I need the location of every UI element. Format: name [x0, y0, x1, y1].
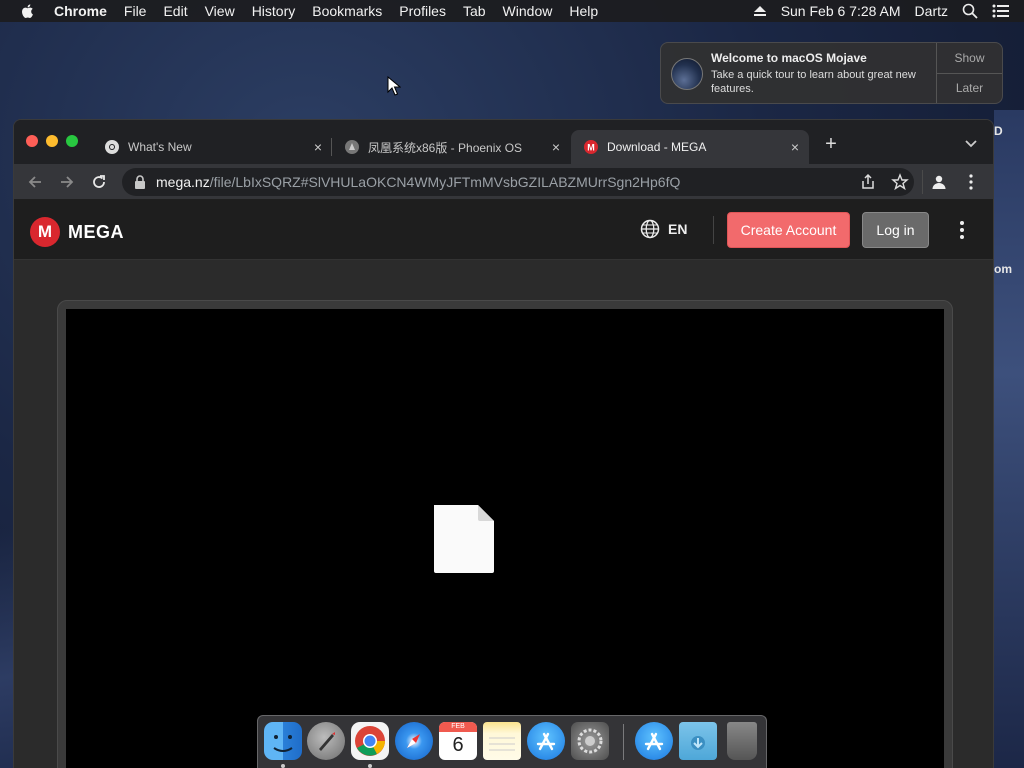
tab-download-mega[interactable]: M Download - MEGA ×: [571, 130, 809, 164]
menu-bar: Chrome File Edit View History Bookmarks …: [0, 0, 1024, 22]
browser-window: What's New × 凤凰系统x86版 - Phoenix OS × M D…: [13, 119, 994, 768]
eject-icon[interactable]: [753, 5, 767, 17]
file-icon: [434, 505, 494, 573]
apple-icon[interactable]: [20, 3, 36, 19]
dock-divider: [623, 724, 624, 760]
profile-icon[interactable]: [930, 173, 948, 191]
tab-title: What's New: [128, 140, 192, 154]
back-arrow-icon[interactable]: [26, 173, 44, 191]
notification-show-button[interactable]: Show: [937, 43, 1002, 73]
file-preview: [66, 309, 944, 768]
language-label: EN: [668, 221, 688, 237]
trash-icon[interactable]: [727, 722, 757, 760]
more-options-icon[interactable]: [953, 220, 971, 240]
finder-icon[interactable]: [264, 722, 302, 760]
notification-later-button[interactable]: Later: [937, 72, 1002, 104]
tab-phoenix-os[interactable]: 凤凰系统x86版 - Phoenix OS ×: [332, 130, 570, 164]
create-account-button[interactable]: Create Account: [727, 212, 850, 248]
mouse-cursor-icon: [387, 76, 401, 96]
desktop-edge-text: om: [994, 262, 1012, 276]
menu-clock[interactable]: Sun Feb 6 7:28 AM: [781, 3, 901, 19]
system-preferences-icon[interactable]: [571, 722, 609, 760]
tab-title: Download - MEGA: [607, 140, 707, 154]
menu-profiles[interactable]: Profiles: [399, 3, 446, 19]
menu-file[interactable]: File: [124, 3, 147, 19]
running-indicator: [368, 764, 372, 768]
launchpad-icon[interactable]: [307, 722, 345, 760]
downloads-folder-icon[interactable]: [679, 722, 717, 760]
menu-help[interactable]: Help: [569, 3, 598, 19]
minimize-window-button[interactable]: [46, 135, 58, 147]
spotlight-search-icon[interactable]: [962, 3, 978, 19]
close-window-button[interactable]: [26, 135, 38, 147]
close-tab-icon[interactable]: ×: [548, 139, 564, 155]
forward-arrow-icon[interactable]: [58, 173, 76, 191]
header-divider: [713, 216, 714, 244]
calendar-month: FEB: [439, 722, 477, 732]
desktop-wallpaper-edge: [994, 110, 1024, 768]
mega-logo-text: MEGA: [68, 221, 124, 242]
mega-logo-circle: M: [30, 217, 60, 247]
login-button[interactable]: Log in: [862, 212, 929, 248]
toolbar-divider: [922, 170, 923, 194]
notification-center-icon[interactable]: [992, 4, 1010, 18]
new-tab-icon[interactable]: +: [822, 134, 840, 154]
language-selector[interactable]: EN: [640, 219, 687, 239]
tab-strip: What's New × 凤凰系统x86版 - Phoenix OS × M D…: [14, 120, 993, 164]
zoom-window-button[interactable]: [66, 135, 78, 147]
safari-icon[interactable]: [395, 722, 433, 760]
close-tab-icon[interactable]: ×: [310, 139, 326, 155]
menu-edit[interactable]: Edit: [163, 3, 187, 19]
svg-text:M: M: [587, 143, 595, 153]
browser-menu-icon[interactable]: [962, 173, 980, 191]
phoenix-os-icon: [345, 140, 359, 154]
app-store-download-icon[interactable]: [635, 722, 673, 760]
mega-logo[interactable]: M MEGA: [30, 217, 124, 247]
browser-toolbar: mega.nz/file/LbIxSQRZ#SlVHULaOKCN4WMyJFT…: [14, 164, 993, 200]
mojave-icon: [671, 58, 703, 90]
lock-icon[interactable]: [134, 175, 146, 189]
dock: FEB 6: [257, 715, 767, 768]
file-preview-frame: [57, 300, 953, 768]
globe-icon: [640, 219, 660, 239]
web-page: M MEGA EN Create Account Log in: [14, 200, 993, 768]
desktop-edge-text: D: [994, 124, 1003, 138]
menu-view[interactable]: View: [205, 3, 235, 19]
address-bar[interactable]: mega.nz/file/LbIxSQRZ#SlVHULaOKCN4WMyJFT…: [122, 168, 914, 196]
url-domain: mega.nz: [156, 174, 210, 190]
menu-tab[interactable]: Tab: [463, 3, 486, 19]
tab-whats-new[interactable]: What's New ×: [92, 130, 332, 164]
mega-header: M MEGA EN Create Account Log in: [14, 200, 993, 260]
share-icon[interactable]: [859, 173, 877, 191]
menu-user[interactable]: Dartz: [915, 3, 948, 19]
close-tab-icon[interactable]: ×: [787, 139, 803, 155]
menu-window[interactable]: Window: [503, 3, 553, 19]
calendar-day: 6: [452, 734, 464, 756]
chrome-icon: [105, 140, 119, 154]
chrome-icon[interactable]: [351, 722, 389, 760]
running-indicator: [281, 764, 285, 768]
menu-bookmarks[interactable]: Bookmarks: [312, 3, 382, 19]
reload-icon[interactable]: [90, 173, 108, 191]
calendar-icon[interactable]: FEB 6: [439, 722, 477, 760]
menu-history[interactable]: History: [252, 3, 296, 19]
menu-app-name[interactable]: Chrome: [54, 3, 107, 19]
app-store-icon[interactable]: [527, 722, 565, 760]
notification-body: Take a quick tour to learn about great n…: [711, 69, 916, 95]
tab-title: 凤凰系统x86版 - Phoenix OS: [368, 140, 523, 155]
url-path: /file/LbIxSQRZ#SlVHULaOKCN4WMyJFTmMVsbGZ…: [209, 174, 681, 190]
bookmark-star-icon[interactable]: [891, 173, 909, 191]
chevron-down-icon[interactable]: [964, 136, 978, 150]
notification-title: Welcome to macOS Mojave: [711, 51, 867, 65]
notes-icon[interactable]: [483, 722, 521, 760]
mega-icon: M: [584, 140, 598, 154]
notification-banner[interactable]: Welcome to macOS Mojave Take a quick tou…: [660, 42, 1003, 104]
